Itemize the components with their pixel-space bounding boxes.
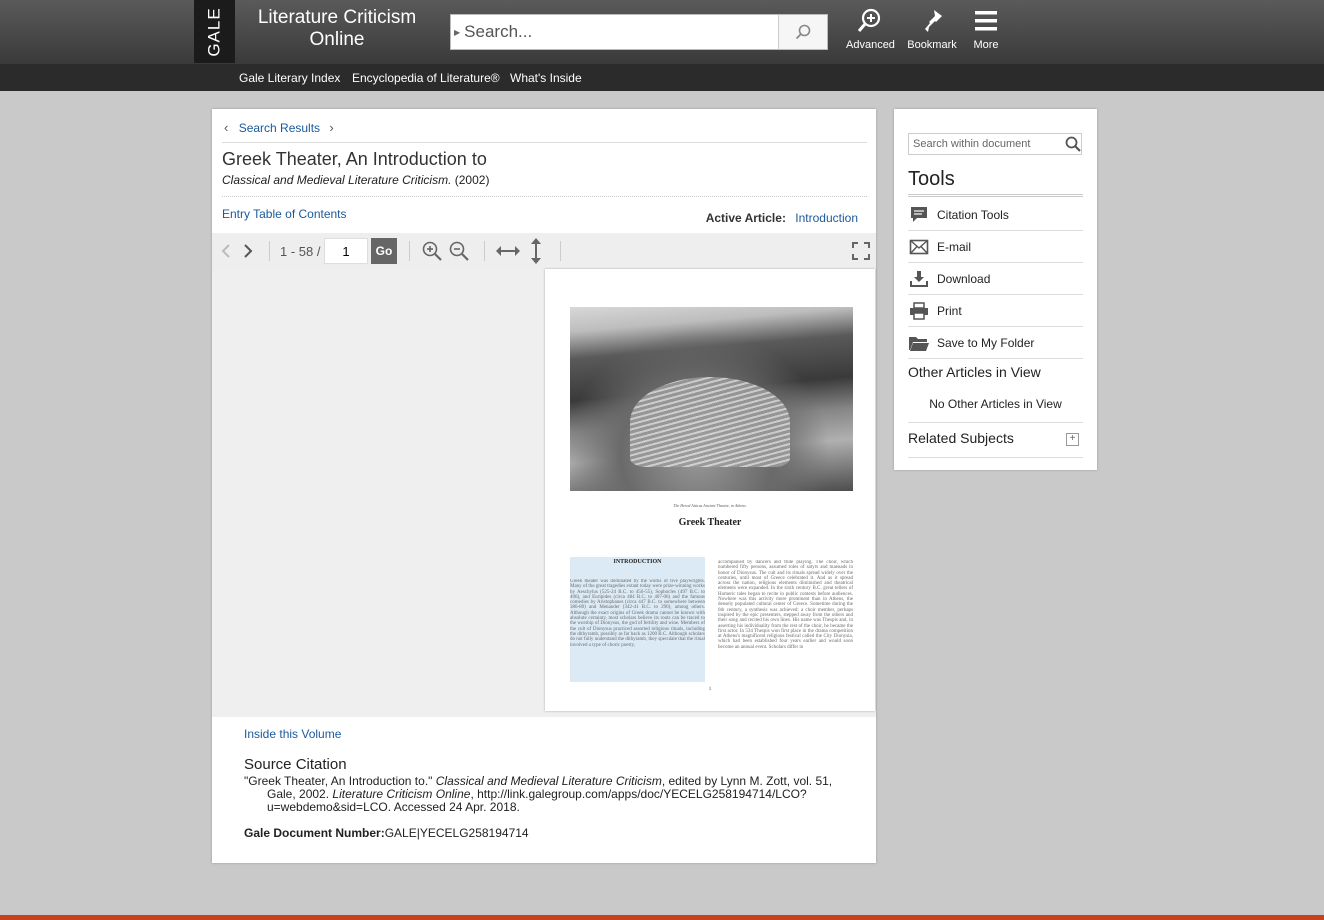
breadcrumb: ‹ Search Results › xyxy=(222,120,867,143)
go-button-wrap: Go xyxy=(371,233,397,269)
fit-height-icon xyxy=(531,238,541,264)
search-box: ▶ xyxy=(450,14,828,50)
divider xyxy=(908,422,1083,423)
nav-encyclopedia-of-literature[interactable]: Encyclopedia of Literature® xyxy=(352,71,500,85)
advanced-search-icon xyxy=(857,8,881,32)
gale-document-number: Gale Document Number:GALE|YECELG25819471… xyxy=(244,826,529,840)
save-to-folder-button[interactable]: Save to My Folder xyxy=(908,327,1083,359)
chevron-left-icon xyxy=(221,244,230,258)
other-articles-heading: Other Articles in View xyxy=(908,364,1041,380)
page-text-column-1: Greek theater was dominated by the works… xyxy=(570,579,705,648)
fit-width-button[interactable] xyxy=(495,233,521,269)
menu-icon xyxy=(975,11,997,31)
document-source: Classical and Medieval Literature Critic… xyxy=(222,173,490,187)
print-button[interactable]: Print xyxy=(908,295,1083,327)
folder-icon xyxy=(908,333,930,353)
zoom-in-button[interactable] xyxy=(422,233,442,269)
source-citation-heading: Source Citation xyxy=(244,756,347,773)
nav-whats-inside[interactable]: What's Inside xyxy=(510,71,582,85)
search-icon xyxy=(795,24,811,40)
tools-sidebar: Tools Citation Tools E-mail Download Pri… xyxy=(894,109,1097,470)
search-within-document xyxy=(908,133,1082,155)
footer-accent-bar xyxy=(0,915,1324,920)
active-article-link[interactable]: Introduction xyxy=(795,211,858,225)
chevron-left-icon[interactable]: ‹ xyxy=(224,120,228,135)
other-articles-empty: No Other Articles in View xyxy=(929,397,1062,411)
toolbar-separator xyxy=(409,241,410,261)
fit-width-icon xyxy=(496,246,520,256)
search-input[interactable] xyxy=(460,16,789,48)
citation-tools-button[interactable]: Citation Tools xyxy=(908,199,1083,231)
citation-icon xyxy=(908,205,930,225)
secondary-nav: Gale Literary Index Encyclopedia of Lite… xyxy=(0,64,1324,91)
more-menu-button[interactable]: More xyxy=(970,8,1002,51)
tools-heading: Tools xyxy=(908,168,1083,197)
nav-gale-literary-index[interactable]: Gale Literary Index xyxy=(239,71,340,85)
email-button[interactable]: E-mail xyxy=(908,231,1083,263)
go-button[interactable]: Go xyxy=(371,238,397,264)
bookmark-button[interactable]: Bookmark xyxy=(906,8,958,51)
related-subjects-toggle[interactable]: Related Subjects + xyxy=(908,430,1083,458)
download-icon xyxy=(908,269,930,289)
search-results-link[interactable]: Search Results xyxy=(239,121,320,135)
gale-logo[interactable]: GALE xyxy=(194,0,235,63)
document-viewer[interactable]: The Herod Atticus Ancient Theatre, in At… xyxy=(212,269,876,717)
photo-caption: The Herod Atticus Ancient Theatre, in At… xyxy=(673,503,747,508)
fullscreen-button[interactable] xyxy=(852,233,870,269)
page-number-input[interactable] xyxy=(324,238,368,264)
inside-this-volume-link[interactable]: Inside this Volume xyxy=(244,727,341,741)
active-article: Active Article: Introduction xyxy=(705,211,858,225)
viewer-toolbar: 1 - 58 / Go xyxy=(212,233,876,269)
search-button[interactable] xyxy=(778,15,827,49)
page-heading: Greek Theater xyxy=(678,517,742,528)
toolbar-separator xyxy=(560,241,561,261)
search-within-input[interactable] xyxy=(909,135,1065,153)
document-panel: ‹ Search Results › Greek Theater, An Int… xyxy=(212,109,876,863)
advanced-search-button[interactable]: Advanced xyxy=(846,8,895,51)
page-image: The Herod Atticus Ancient Theatre, in At… xyxy=(545,269,875,711)
next-page-button[interactable] xyxy=(242,233,254,269)
toolbar-separator xyxy=(269,241,270,261)
page-number-field xyxy=(324,233,368,269)
page-range: 1 - 58 / xyxy=(280,243,321,259)
prev-page-button[interactable] xyxy=(220,233,232,269)
page-number: 1 xyxy=(708,687,712,692)
theater-photo xyxy=(570,307,853,491)
divider xyxy=(222,196,867,197)
document-title: Greek Theater, An Introduction to xyxy=(222,149,487,169)
page-text-column-2: accompanied by dancers and flute playing… xyxy=(718,560,853,650)
chevron-right-icon[interactable]: › xyxy=(329,120,333,135)
product-title[interactable]: Literature Criticism Online xyxy=(252,7,422,51)
bookmark-icon xyxy=(925,10,942,32)
toolbar-separator xyxy=(484,241,485,261)
zoom-in-icon xyxy=(422,241,442,261)
zoom-out-button[interactable] xyxy=(449,233,469,269)
section-heading: INTRODUCTION xyxy=(613,559,662,565)
chevron-right-icon xyxy=(244,244,253,258)
zoom-out-icon xyxy=(449,241,469,261)
fullscreen-icon xyxy=(852,242,870,260)
print-icon xyxy=(908,301,930,321)
search-icon[interactable] xyxy=(1065,136,1081,152)
expand-plus-icon[interactable]: + xyxy=(1066,433,1079,446)
download-button[interactable]: Download xyxy=(908,263,1083,295)
email-icon xyxy=(908,237,930,257)
source-citation-text: "Greek Theater, An Introduction to." Cla… xyxy=(244,774,833,814)
entry-table-of-contents-link[interactable]: Entry Table of Contents xyxy=(222,207,347,221)
top-header: GALE Literature Criticism Online ▶ Advan… xyxy=(0,0,1324,64)
fit-height-button[interactable] xyxy=(529,233,543,269)
